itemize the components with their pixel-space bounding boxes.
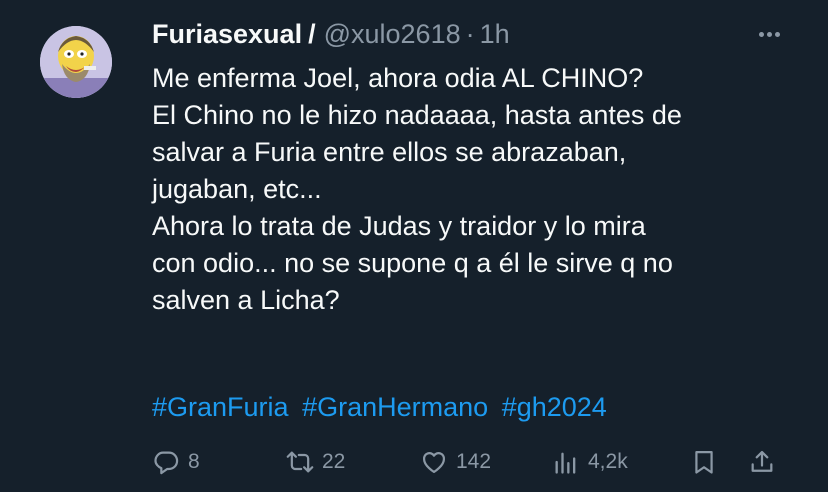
bookmark-icon bbox=[695, 450, 713, 474]
hashtag-link[interactable]: #GranHermano bbox=[302, 392, 488, 422]
timestamp[interactable]: 1h bbox=[480, 16, 510, 52]
hashtag-link[interactable]: #GranFuria bbox=[152, 392, 289, 422]
bookmark-button[interactable] bbox=[690, 444, 726, 480]
author-handle[interactable]: @xulo2618 bbox=[324, 16, 461, 52]
like-icon bbox=[422, 452, 446, 474]
views-count: 4,2k bbox=[588, 450, 628, 473]
tweet-text: Me enferma Joel, ahora odia AL CHINO? El… bbox=[152, 60, 802, 319]
avatar[interactable] bbox=[40, 26, 112, 98]
tweet-line: salvar a Furia entre ellos se abrazaban, bbox=[152, 137, 627, 167]
tweet-line: El Chino no le hizo nadaaaa, hasta antes… bbox=[152, 100, 682, 130]
avatar-image bbox=[40, 26, 112, 98]
reply-icon bbox=[154, 451, 179, 475]
views-icon bbox=[555, 452, 576, 474]
tweet-line: con odio... no se supone q a él le sirve… bbox=[152, 248, 673, 278]
tweet-line: salven a Licha? bbox=[152, 285, 340, 315]
reply-count: 8 bbox=[188, 450, 200, 473]
name-separator: / bbox=[308, 19, 316, 49]
hashtags: #GranFuria #GranHermano #gh2024 bbox=[152, 389, 613, 426]
author-name[interactable]: Furiasexual bbox=[152, 16, 302, 52]
time-separator: · bbox=[465, 19, 475, 49]
retweet-count: 22 bbox=[322, 450, 346, 473]
more-icon[interactable] bbox=[752, 20, 786, 48]
share-button[interactable] bbox=[748, 444, 784, 480]
like-button[interactable]: 142 bbox=[420, 444, 491, 480]
tweet-line: Me enferma Joel, ahora odia AL CHINO? bbox=[152, 63, 644, 93]
action-bar: 8 22 142 4,2k bbox=[148, 444, 788, 480]
tweet-line: jugaban, etc... bbox=[152, 174, 322, 204]
tweet-header: Furiasexual / @xulo2618 · 1h bbox=[152, 16, 510, 52]
hashtag-link[interactable]: #gh2024 bbox=[502, 392, 607, 422]
reply-button[interactable]: 8 bbox=[152, 444, 200, 480]
like-count: 142 bbox=[456, 450, 492, 473]
retweet-button[interactable]: 22 bbox=[286, 444, 345, 480]
tweet[interactable]: Furiasexual / @xulo2618 · 1h Me enferma … bbox=[0, 0, 828, 492]
views-button[interactable]: 4,2k bbox=[552, 444, 628, 480]
share-icon bbox=[751, 450, 773, 472]
tweet-line: Ahora lo trata de Judas y traidor y lo m… bbox=[152, 211, 646, 241]
retweet-icon bbox=[286, 451, 314, 473]
